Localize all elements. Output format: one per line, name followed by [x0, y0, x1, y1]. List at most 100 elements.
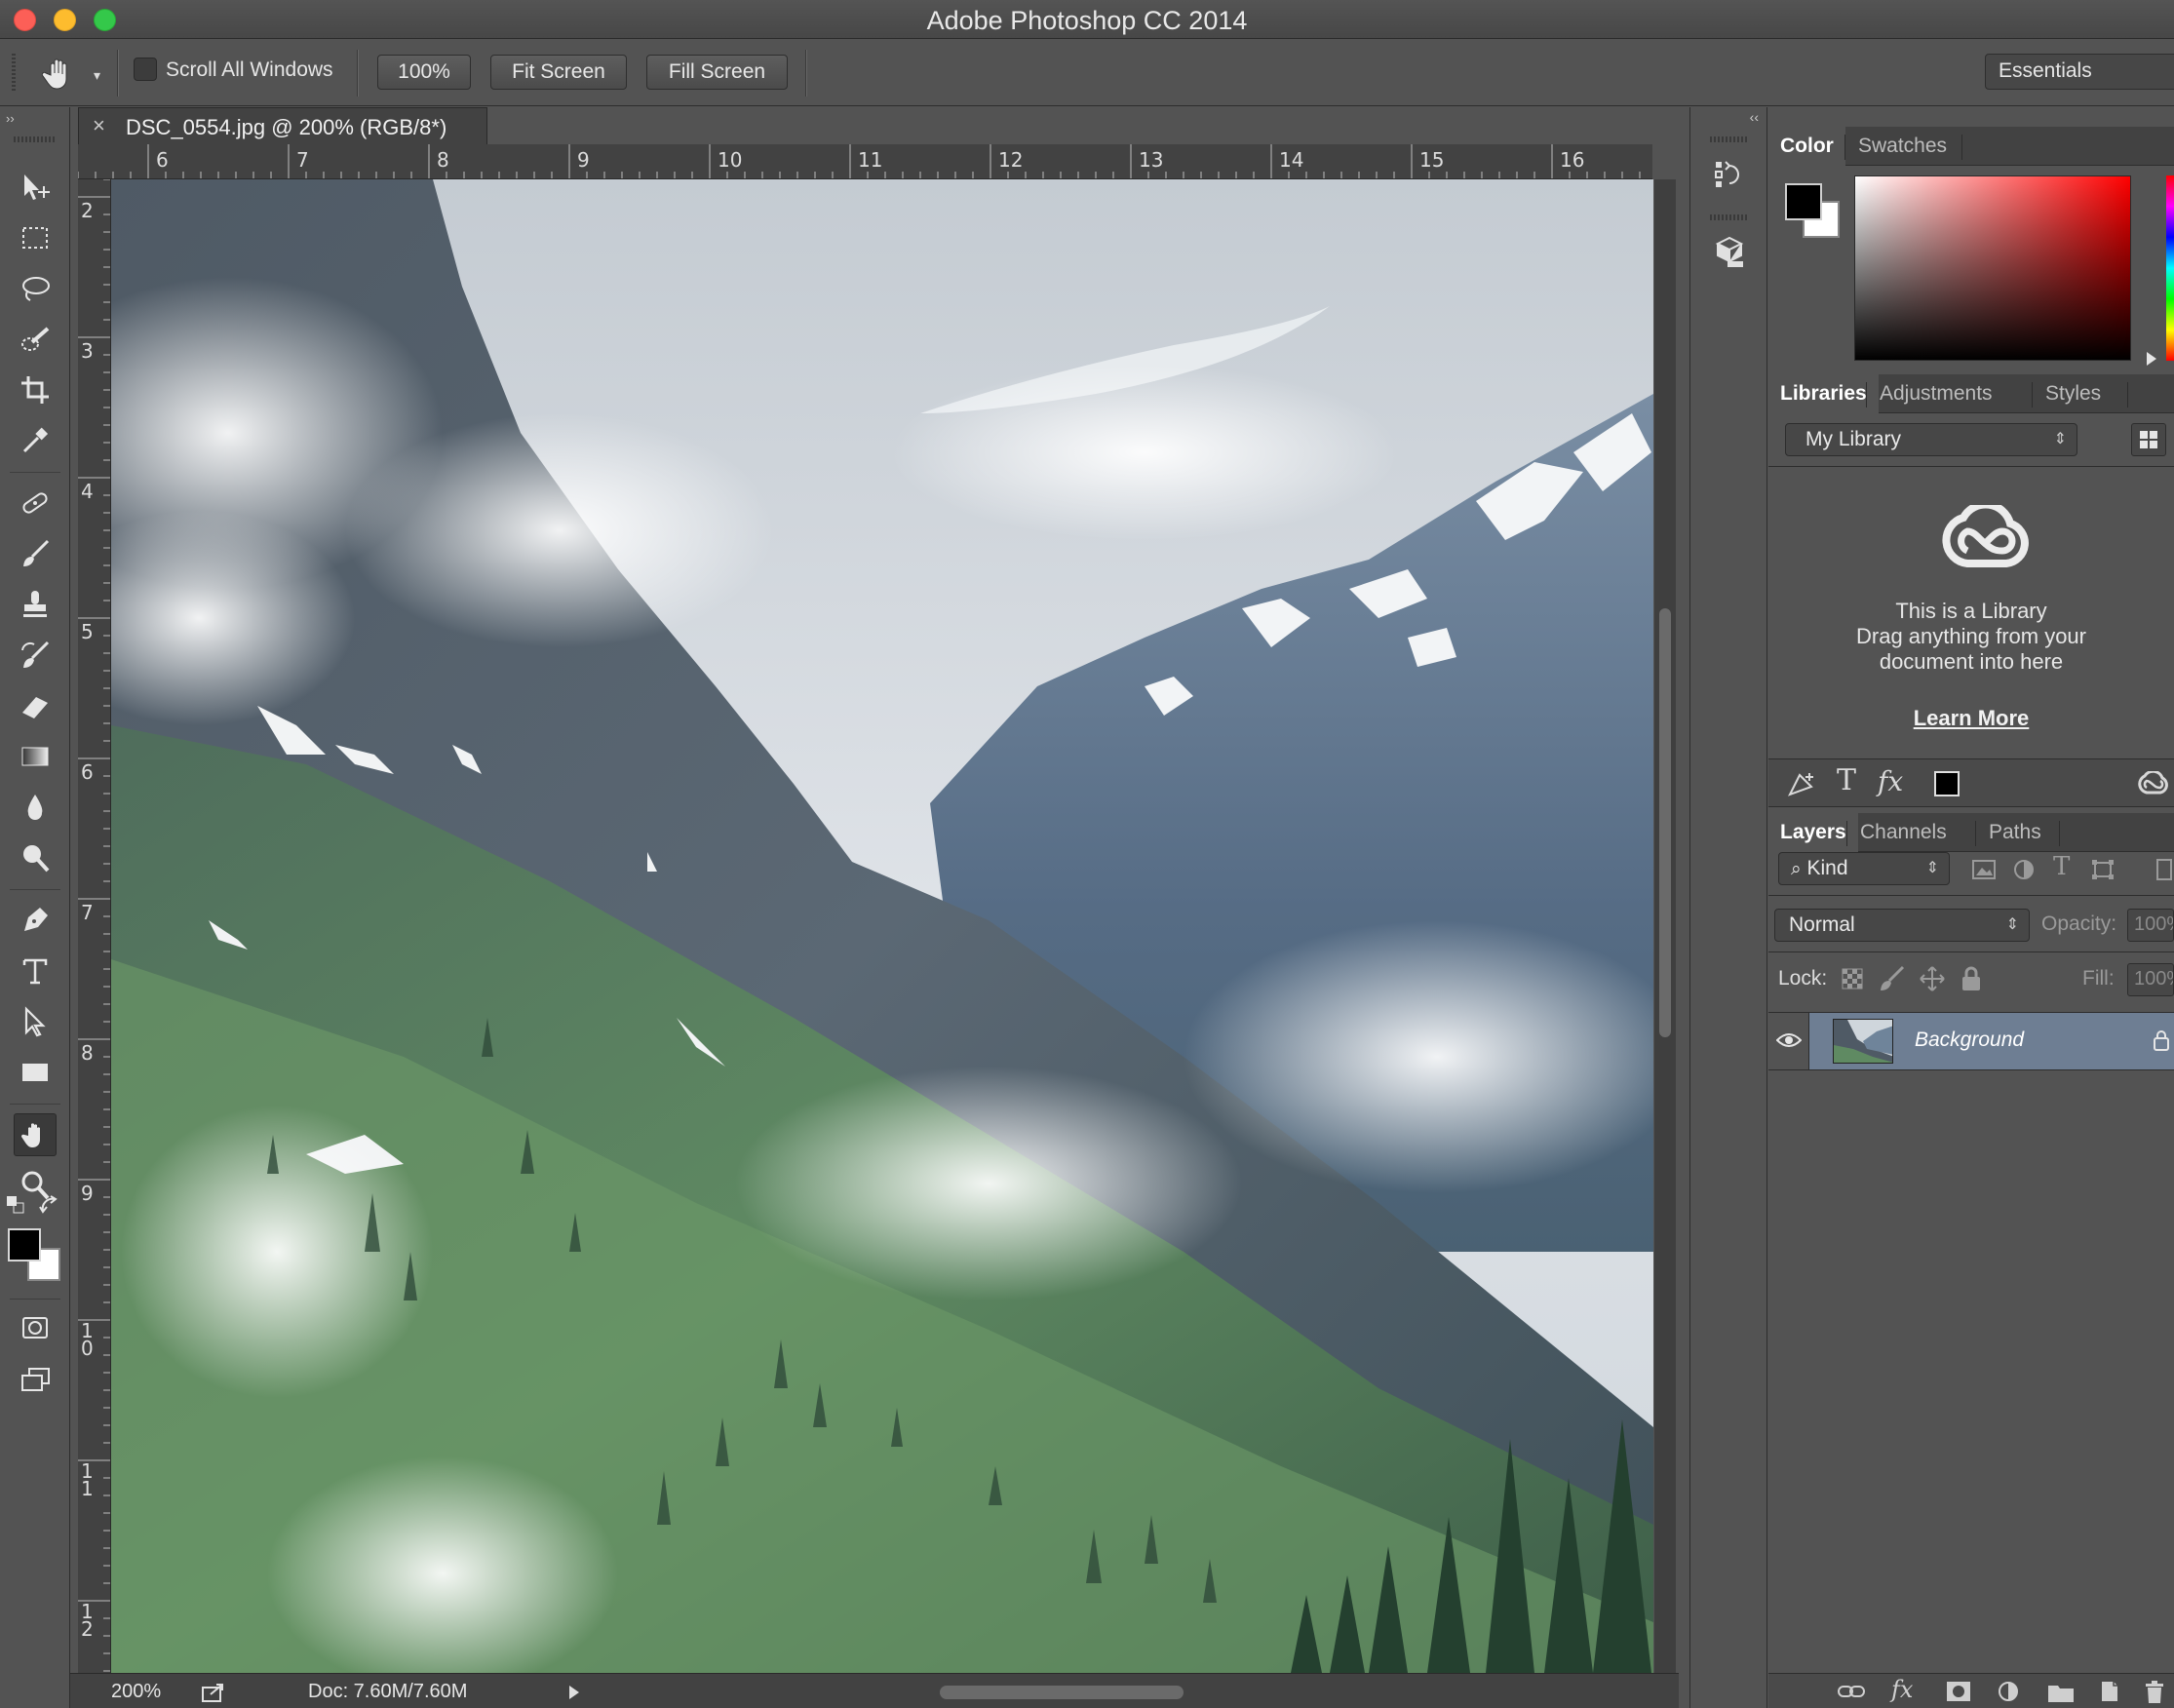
expand-toolbox-icon[interactable]: ››	[6, 111, 15, 126]
tab-layers[interactable]: Layers	[1768, 813, 1858, 852]
tab-color[interactable]: Color	[1768, 127, 1845, 166]
layer-name[interactable]: Background	[1915, 1029, 2024, 1052]
dodge-tool-icon[interactable]	[14, 836, 57, 879]
foreground-color-swatch[interactable]	[8, 1228, 41, 1262]
vertical-scrollbar-thumb[interactable]	[1659, 608, 1671, 1037]
spot-healing-brush-tool-icon[interactable]	[14, 482, 57, 524]
pixel-layer-filter-icon[interactable]	[1971, 858, 1997, 881]
quick-selection-tool-icon[interactable]	[14, 318, 57, 361]
toolbox-divider	[10, 472, 60, 473]
screen-mode-icon[interactable]	[14, 1359, 57, 1402]
collapse-dock-icon[interactable]: ‹‹	[1750, 109, 1759, 125]
smart-object-filter-icon[interactable]	[2155, 858, 2174, 881]
hand-tool-preset-icon[interactable]	[39, 54, 78, 93]
rectangle-tool-icon[interactable]	[14, 1051, 57, 1094]
clone-stamp-tool-icon[interactable]	[14, 583, 57, 626]
properties-panel-icon[interactable]	[1710, 232, 1749, 271]
zoom-100-button[interactable]: 100%	[377, 55, 471, 90]
fit-screen-button[interactable]: Fit Screen	[490, 55, 627, 90]
blur-tool-icon[interactable]	[14, 786, 57, 829]
delete-layer-icon[interactable]	[2143, 1680, 2166, 1705]
layer-style-icon[interactable]: fx	[1891, 1676, 1913, 1703]
lock-image-pixels-icon[interactable]	[1878, 965, 1905, 992]
tab-adjustments[interactable]: Adjustments	[1868, 374, 2004, 413]
add-layer-style-icon[interactable]: fx	[1878, 765, 1903, 797]
tab-channels[interactable]: Channels	[1848, 813, 1959, 852]
quick-mask-mode-icon[interactable]	[14, 1306, 57, 1349]
path-selection-tool-icon[interactable]	[14, 1000, 57, 1043]
vertical-ruler[interactable]: 2 3 4 5 6 7 8 9 10 11 12	[78, 179, 111, 1673]
layer-visibility-toggle[interactable]	[1768, 1013, 1809, 1069]
ruler-number: 8	[81, 1041, 94, 1065]
tab-styles[interactable]: Styles	[2034, 374, 2113, 413]
default-colors-icon[interactable]	[6, 1195, 25, 1215]
tool-preset-dropdown-icon[interactable]: ▾	[94, 67, 100, 84]
lock-transparent-pixels-icon[interactable]	[1841, 967, 1864, 990]
vertical-scrollbar[interactable]	[1654, 179, 1676, 1673]
lock-all-icon[interactable]	[1960, 965, 1983, 992]
toolbox-grip[interactable]	[14, 136, 57, 142]
pen-tool-icon[interactable]	[14, 899, 57, 942]
fill-screen-button[interactable]: Fill Screen	[646, 55, 788, 90]
swap-colors-icon[interactable]	[39, 1195, 60, 1217]
shape-layer-filter-icon[interactable]	[2090, 858, 2116, 881]
learn-more-link[interactable]: Learn More	[1768, 706, 2174, 731]
link-layers-icon[interactable]	[1837, 1682, 1866, 1701]
add-graphic-icon[interactable]	[1786, 769, 1817, 798]
scroll-all-windows-checkbox[interactable]	[134, 58, 157, 81]
options-bar-grip[interactable]	[12, 54, 16, 93]
library-add-bar: T fx	[1768, 758, 2174, 807]
eyedropper-tool-icon[interactable]	[14, 419, 57, 462]
history-panel-icon[interactable]	[1710, 154, 1749, 193]
type-tool-icon[interactable]	[14, 950, 57, 992]
opacity-label: Opacity:	[2041, 912, 2117, 935]
status-menu-arrow-icon[interactable]	[567, 1685, 581, 1700]
crop-tool-icon[interactable]	[14, 369, 57, 411]
move-tool-icon[interactable]	[14, 166, 57, 209]
color-panel-foreground-swatch[interactable]	[1785, 183, 1822, 220]
brush-tool-icon[interactable]	[14, 532, 57, 575]
type-layer-filter-icon[interactable]: T	[2053, 852, 2070, 881]
add-color-swatch-icon[interactable]	[1934, 771, 1960, 796]
new-adjustment-layer-icon[interactable]	[1997, 1680, 2020, 1703]
layer-row[interactable]: Background	[1768, 1012, 2174, 1070]
add-layer-mask-icon[interactable]	[1946, 1681, 1971, 1702]
library-select[interactable]: My Library ⇕	[1785, 423, 2077, 456]
document-tab[interactable]: × DSC_0554.jpg @ 200% (RGB/8*)	[78, 107, 487, 144]
eraser-tool-icon[interactable]	[14, 684, 57, 727]
layers-panel-tabs: Layers Channels Paths	[1768, 813, 2174, 852]
dock-grip[interactable]	[1710, 136, 1749, 142]
adjustment-layer-filter-icon[interactable]	[2012, 858, 2036, 881]
horizontal-scrollbar-thumb[interactable]	[940, 1686, 1184, 1699]
lasso-tool-icon[interactable]	[14, 267, 57, 310]
new-group-icon[interactable]	[2047, 1682, 2075, 1703]
ruler-number: 9	[81, 1182, 94, 1205]
history-brush-tool-icon[interactable]	[14, 634, 57, 677]
dock-grip[interactable]	[1710, 214, 1749, 220]
workspace-switcher[interactable]: Essentials	[1985, 54, 2174, 90]
tab-libraries[interactable]: Libraries	[1768, 374, 1879, 413]
tab-swatches[interactable]: Swatches	[1846, 127, 1959, 166]
lock-position-icon[interactable]	[1919, 965, 1946, 992]
rectangular-marquee-tool-icon[interactable]	[14, 216, 57, 259]
horizontal-ruler[interactable]: 6 7 8 9 10 11 12 13 14 15 16	[78, 144, 1652, 179]
share-icon[interactable]	[201, 1682, 226, 1703]
gradient-tool-icon[interactable]	[14, 735, 57, 778]
library-grid-view-button[interactable]	[2131, 423, 2166, 456]
hue-slider[interactable]	[2166, 175, 2174, 361]
opacity-field[interactable]: 100%	[2127, 909, 2174, 942]
layer-filter-kind-select[interactable]: ⌕ Kind ⇕	[1778, 852, 1950, 885]
status-bar: 200% Doc: 7.60M/7.60M	[70, 1673, 1679, 1708]
add-character-style-icon[interactable]: T	[1837, 763, 1856, 797]
blend-mode-select[interactable]: Normal ⇕	[1774, 909, 2030, 942]
color-spectrum-picker[interactable]	[1854, 175, 2131, 361]
creative-cloud-sync-icon[interactable]	[2137, 771, 2170, 796]
fill-field[interactable]: 100%	[2127, 963, 2174, 996]
new-layer-icon[interactable]	[2098, 1680, 2121, 1703]
hand-tool-icon[interactable]	[14, 1113, 57, 1156]
hue-slider-pointer-icon[interactable]	[2145, 351, 2158, 367]
document-canvas[interactable]	[111, 179, 1653, 1673]
tab-paths[interactable]: Paths	[1977, 813, 2053, 852]
close-document-icon[interactable]: ×	[93, 113, 105, 138]
status-zoom-level[interactable]: 200%	[111, 1681, 161, 1703]
